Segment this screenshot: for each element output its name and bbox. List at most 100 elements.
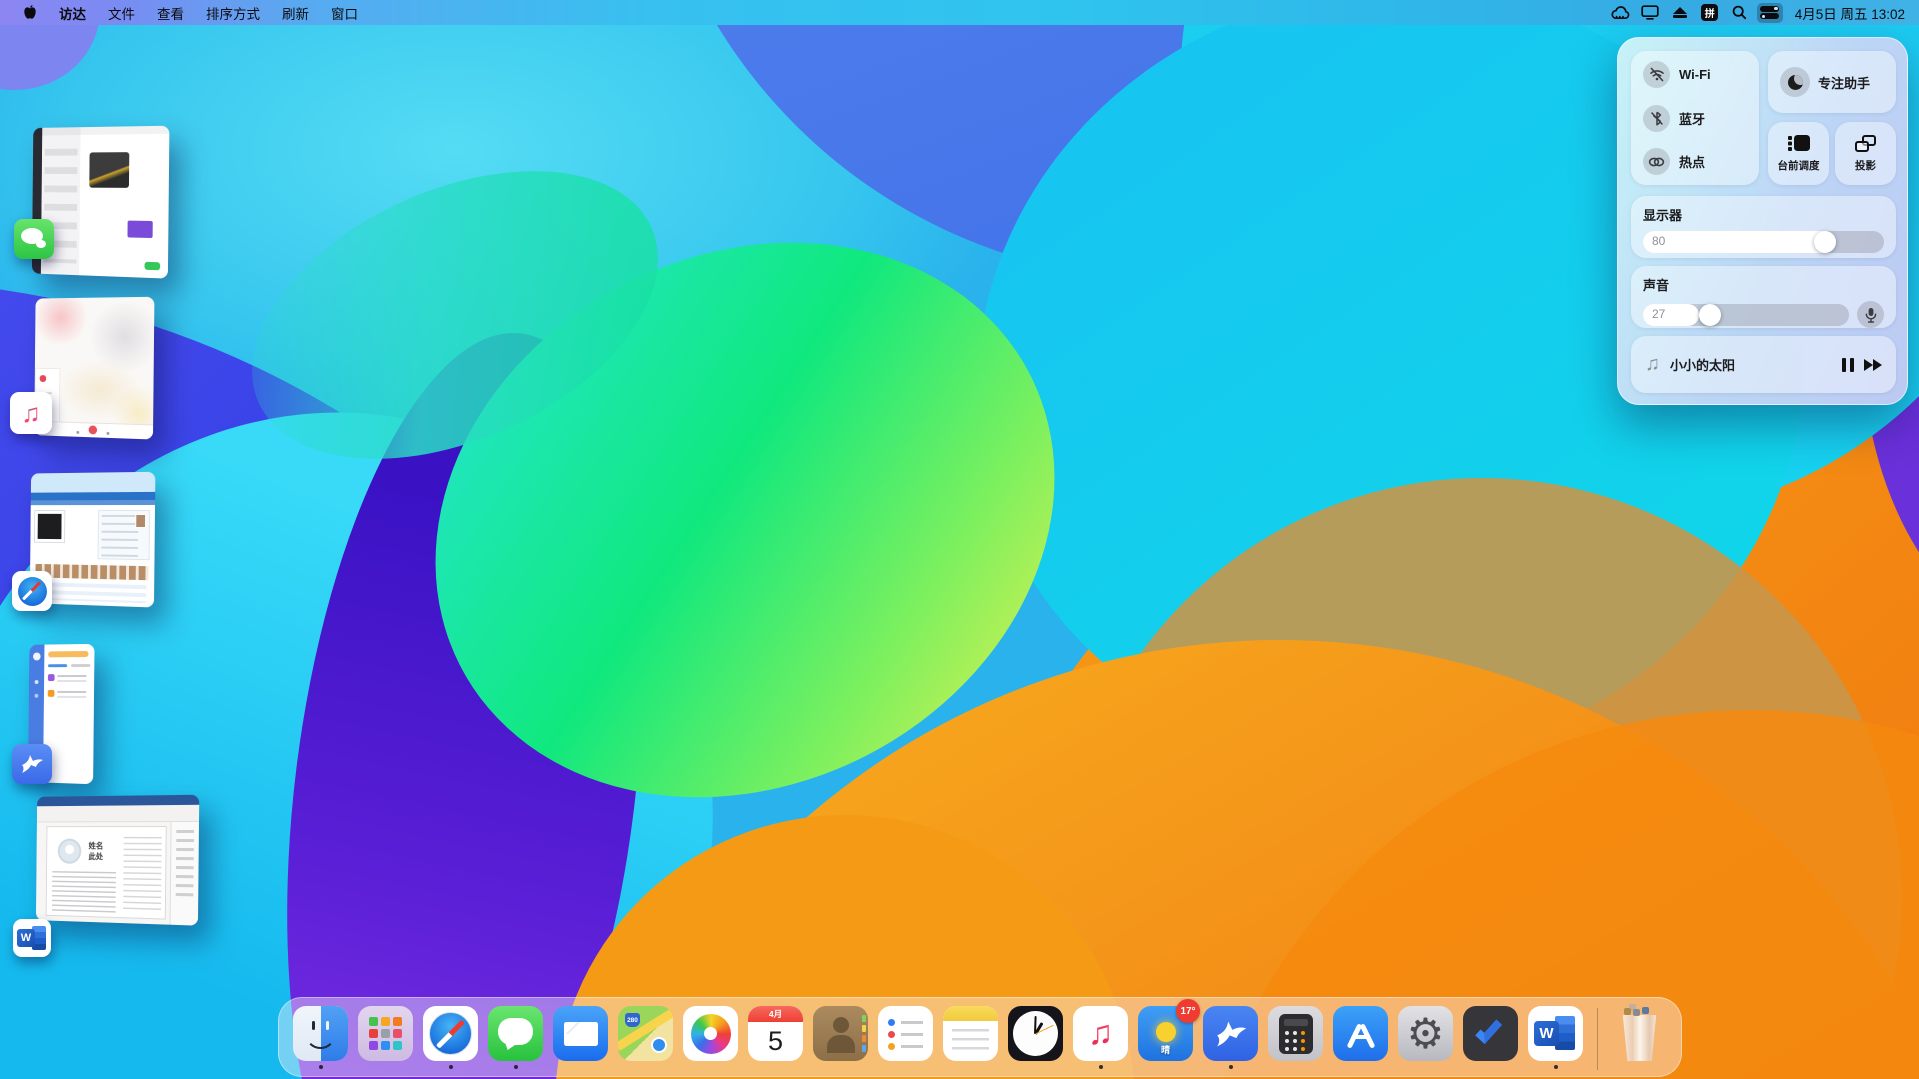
music-note-glyph: ♫ (21, 398, 41, 429)
wifi-toggle[interactable] (1643, 61, 1670, 88)
dock-item-ms-todo[interactable] (1463, 1006, 1518, 1061)
music-note-glyph: ♫ (1088, 1014, 1114, 1053)
trash-icon[interactable] (1612, 1006, 1667, 1061)
reminders-icon[interactable] (878, 1006, 933, 1061)
weather-icon[interactable]: 17° 晴 (1138, 1006, 1193, 1061)
dock-item-finder[interactable] (293, 1006, 348, 1069)
now-playing-card[interactable]: ♫ 小小的太阳 (1631, 336, 1896, 393)
hotspot-toggle[interactable] (1643, 148, 1670, 175)
dock-item-word[interactable]: W (1528, 1006, 1583, 1069)
microphone-button[interactable] (1857, 301, 1884, 328)
finder-smile (305, 1033, 336, 1049)
dock-item-safari[interactable] (423, 1006, 478, 1069)
dock-item-music[interactable]: ♫ (1073, 1006, 1128, 1069)
stage-thumbnail-word[interactable]: 姓名 此处 (36, 795, 199, 926)
dock-item-weather[interactable]: 17° 晴 (1138, 1006, 1193, 1061)
contacts-icon[interactable] (813, 1006, 868, 1061)
menu-item-active-app[interactable]: 访达 (48, 0, 97, 25)
running-indicator (1229, 1065, 1233, 1069)
ms-todo-icon[interactable] (1463, 1006, 1518, 1061)
dock-item-launchpad[interactable] (358, 1006, 413, 1061)
menu-item-window[interactable]: 窗口 (320, 0, 369, 25)
green-chat-bubble-icon[interactable] (14, 219, 54, 259)
eject-icon[interactable] (1667, 3, 1693, 23)
launchpad-icon[interactable] (358, 1006, 413, 1061)
system-settings-icon[interactable]: ⚙ (1398, 1006, 1453, 1061)
envelope-glyph (564, 1022, 598, 1046)
dock-item-thunder[interactable] (1203, 1006, 1258, 1069)
focus-card[interactable]: 专注助手 (1768, 51, 1896, 113)
finder-icon[interactable] (293, 1006, 348, 1061)
screen-mirroring-label: 投影 (1855, 158, 1876, 173)
sound-volume-slider[interactable]: 27 (1643, 304, 1849, 326)
safari-icon[interactable] (423, 1006, 478, 1061)
dock-item-app-store[interactable] (1333, 1006, 1388, 1061)
control-center-icon[interactable] (1757, 3, 1783, 23)
focus-toggle[interactable] (1780, 67, 1810, 97)
bluetooth-toggle[interactable] (1643, 105, 1670, 132)
dock-item-contacts[interactable] (813, 1006, 868, 1061)
cloud-icon[interactable] (1607, 3, 1633, 23)
messages-icon[interactable] (488, 1006, 543, 1061)
menu-item-sort[interactable]: 排序方式 (195, 0, 271, 25)
input-method-icon[interactable]: 拼 (1697, 3, 1723, 23)
photos-icon[interactable] (683, 1006, 738, 1061)
calculator-icon[interactable] (1268, 1006, 1323, 1061)
menu-bar-clock[interactable]: 4月5日 周五 13:02 (1787, 3, 1909, 23)
dock-item-mail[interactable] (553, 1006, 608, 1061)
menu-item-file[interactable]: 文件 (97, 0, 146, 25)
stage-manager-label: 台前调度 (1778, 158, 1820, 173)
thunder-bird-glyph (1213, 1016, 1249, 1052)
dock-item-trash[interactable] (1612, 1006, 1667, 1061)
apple-menu[interactable] (12, 0, 48, 25)
fast-forward-button[interactable] (1864, 359, 1882, 371)
dock-item-reminders[interactable] (878, 1006, 933, 1061)
display-brightness-slider[interactable]: 80 (1643, 231, 1884, 253)
dock-item-clock[interactable] (1008, 1006, 1063, 1061)
menu-item-view[interactable]: 查看 (146, 0, 195, 25)
dock-item-calculator[interactable] (1268, 1006, 1323, 1061)
dock-item-calendar[interactable]: 4月 5 (748, 1006, 803, 1061)
apple-music-icon[interactable]: ♫ (10, 392, 52, 434)
weather-condition: 晴 (1138, 1043, 1193, 1056)
bluetooth-row[interactable]: 蓝牙 (1643, 105, 1747, 132)
dock-item-maps[interactable]: 280 (618, 1006, 673, 1061)
dock-item-system-settings[interactable]: ⚙ (1398, 1006, 1453, 1061)
safari-compass-icon[interactable] (12, 571, 52, 611)
dock-item-photos[interactable] (683, 1006, 738, 1061)
compass-dial (429, 1012, 472, 1055)
thunder-icon[interactable] (1203, 1006, 1258, 1061)
download-item-lines (57, 675, 86, 677)
calendar-day: 5 (748, 1022, 803, 1061)
calendar-icon[interactable]: 4月 5 (748, 1006, 803, 1061)
calculator-body (1279, 1014, 1313, 1054)
app-store-icon[interactable] (1333, 1006, 1388, 1061)
mail-icon[interactable] (553, 1006, 608, 1061)
dock-item-messages[interactable] (488, 1006, 543, 1069)
checkmark-glyph (1475, 1016, 1502, 1044)
display-icon[interactable] (1637, 3, 1663, 23)
slider-knob[interactable] (1814, 231, 1836, 253)
stage-thumbnail-messages[interactable] (32, 126, 170, 279)
wifi-row[interactable]: Wi-Fi (1643, 61, 1747, 88)
maps-icon[interactable]: 280 (618, 1006, 673, 1061)
menu-item-refresh[interactable]: 刷新 (271, 0, 320, 25)
gear-icon: ⚙ (1407, 1013, 1445, 1055)
spotlight-search-icon[interactable] (1727, 3, 1753, 23)
slider-knob[interactable] (1699, 304, 1721, 326)
word-icon[interactable]: W (13, 919, 51, 957)
focus-label: 专注助手 (1818, 73, 1870, 92)
screen-mirroring-card[interactable]: 投影 (1835, 122, 1896, 185)
notes-icon[interactable] (943, 1006, 998, 1061)
dock-item-notes[interactable] (943, 1006, 998, 1061)
stage-manager-card[interactable]: 台前调度 (1768, 122, 1829, 185)
hotspot-row[interactable]: 热点 (1643, 148, 1747, 175)
apple-icon (23, 4, 37, 21)
stage-thumbnail-music[interactable] (34, 297, 154, 440)
clock-icon[interactable] (1008, 1006, 1063, 1061)
music-icon[interactable]: ♫ (1073, 1006, 1128, 1061)
word-icon[interactable]: W (1528, 1006, 1583, 1061)
running-indicator (1554, 1065, 1558, 1069)
thunder-bird-icon[interactable] (12, 744, 52, 784)
pause-button[interactable] (1842, 358, 1854, 372)
